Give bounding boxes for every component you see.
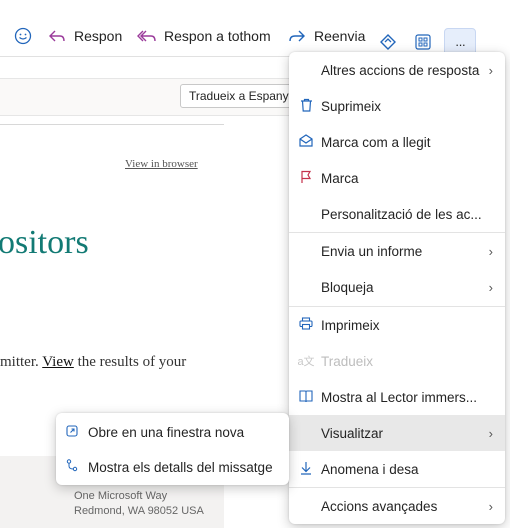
menu-item-customize-actions[interactable]: Personalització de les ac... (289, 196, 505, 232)
menu-item-advanced-actions[interactable]: Accions avançades › (289, 488, 505, 524)
menu-item-label: Tradueix (321, 353, 374, 369)
menu-item-label: Anomena i desa (321, 461, 419, 477)
menu-item-label: Accions avançades (321, 498, 438, 514)
more-dots-icon: ··· (455, 36, 466, 52)
download-icon (297, 461, 315, 478)
menu-item-label: Marca com a llegit (321, 134, 431, 150)
menu-item-save-as[interactable]: Anomena i desa (289, 451, 505, 487)
email-rule (0, 124, 224, 125)
body-text-before: mitter. (0, 354, 39, 370)
submenu-item-open-new-window[interactable]: Obre en una finestra nova (56, 415, 289, 449)
menu-item-other-reply-actions[interactable]: Altres accions de resposta › (289, 52, 505, 88)
chevron-right-icon: › (488, 425, 493, 441)
menu-item-label: Altres accions de resposta (321, 62, 480, 78)
menu-item-label: Personalització de les ac... (321, 206, 482, 222)
menu-item-view[interactable]: Visualitzar › (289, 415, 505, 451)
company-address: One Microsoft Way Redmond, WA 98052 USA (74, 489, 204, 519)
envelope-open-icon (297, 134, 315, 150)
flag-icon (297, 170, 315, 187)
submenu-item-label: Obre en una finestra nova (88, 424, 245, 440)
translate-button-label: Tradueix a Espanyol (189, 89, 298, 103)
submenu-item-label: Mostra els detalls del missatge (88, 459, 273, 475)
translate-icon: a文 (297, 356, 315, 368)
reply-all-label: Respon a tothom (164, 28, 271, 44)
forward-label: Reenvia (314, 28, 366, 44)
view-results-link[interactable]: View (42, 354, 74, 370)
view-submenu: Obre en una finestra nova Mostra els det… (56, 413, 289, 485)
submenu-item-message-details[interactable]: Mostra els detalls del missatge (56, 450, 289, 484)
menu-item-print[interactable]: Imprimeix (289, 307, 505, 343)
smiley-icon (12, 27, 34, 45)
email-body-line: mitter. View the results of your (0, 354, 186, 371)
menu-item-block[interactable]: Bloqueja › (289, 269, 505, 305)
reply-all-icon (136, 28, 158, 44)
chevron-right-icon: › (488, 498, 493, 514)
reply-icon (46, 28, 68, 44)
menu-item-mark-read[interactable]: Marca com a llegit (289, 124, 505, 160)
forward-button[interactable]: Reenvia (286, 23, 365, 49)
translate-button[interactable]: Tradueix a Espanyol (180, 84, 302, 108)
message-details-icon (64, 459, 80, 475)
immersive-reader-icon (297, 389, 315, 406)
reply-button[interactable]: Respon (46, 23, 122, 49)
trash-icon (297, 98, 315, 115)
message-toolbar: Respon Respon a tothom Reenvia ··· (0, 8, 500, 60)
menu-item-send-report[interactable]: Envia un informe › (289, 233, 505, 269)
address-line-1: One Microsoft Way (74, 490, 168, 502)
open-window-icon (64, 424, 80, 440)
reply-label: Respon (74, 28, 123, 44)
menu-item-translate: a文 Tradueix (289, 343, 505, 379)
menu-item-label: Imprimeix (321, 317, 380, 333)
menu-item-delete[interactable]: Suprimeix (289, 88, 505, 124)
emoji-reaction-button[interactable] (12, 23, 40, 49)
menu-item-label: Envia un informe (321, 243, 423, 259)
address-line-2: Redmond, WA 98052 USA (74, 505, 204, 517)
menu-item-immersive-reader[interactable]: Mostra al Lector immers... (289, 379, 505, 415)
menu-item-label: Mostra al Lector immers... (321, 389, 478, 405)
menu-item-label: Visualitzar (321, 425, 384, 441)
more-actions-menu: Altres accions de resposta › Suprimeix M… (289, 52, 505, 524)
reply-all-button[interactable]: Respon a tothom (136, 23, 271, 49)
menu-item-label: Bloqueja (321, 279, 374, 295)
view-in-browser-link[interactable]: View in browser (125, 158, 198, 170)
body-text-after: the results of your (77, 354, 187, 370)
menu-item-label: Suprimeix (321, 98, 382, 114)
menu-item-label: Marca (321, 170, 359, 186)
forward-icon (286, 28, 308, 44)
printer-icon (297, 317, 315, 333)
chevron-right-icon: › (488, 279, 493, 295)
toolbar-divider (0, 56, 292, 57)
chevron-right-icon: › (488, 243, 493, 259)
email-heading: ositors (0, 224, 89, 261)
chevron-right-icon: › (488, 62, 493, 78)
menu-item-flag[interactable]: Marca (289, 160, 505, 196)
